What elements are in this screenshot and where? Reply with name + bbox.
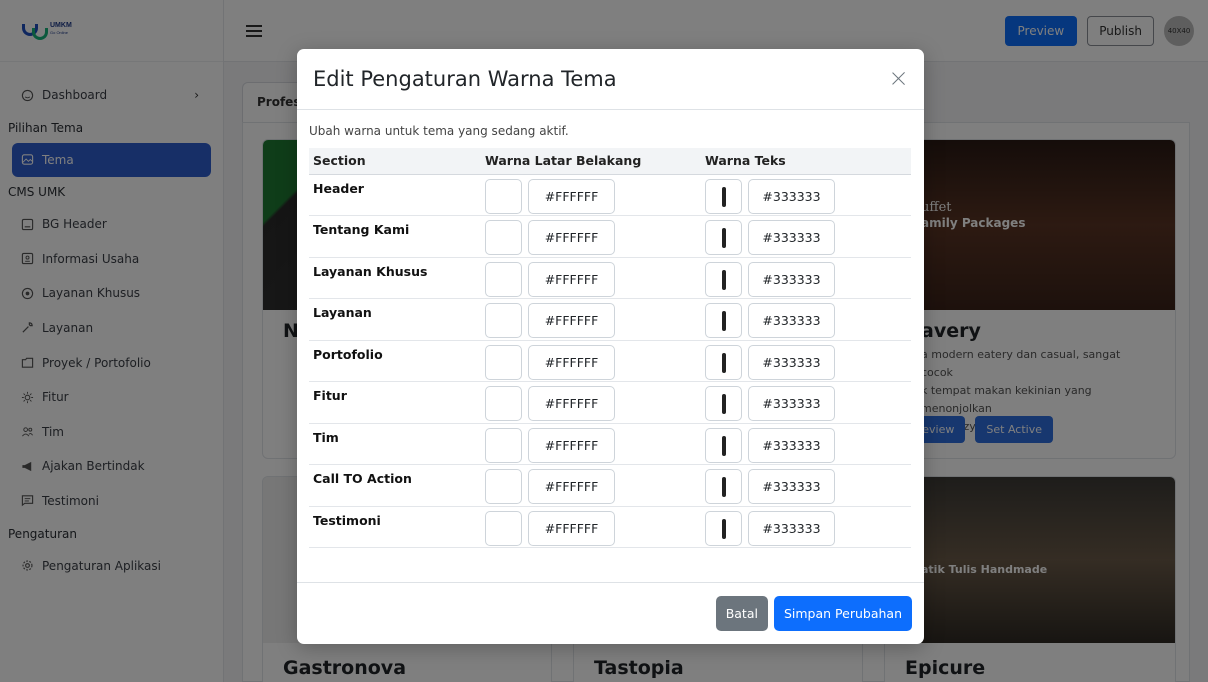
bg-color-picker[interactable] xyxy=(485,344,522,380)
section-name: Fitur xyxy=(309,381,481,424)
section-name: Layanan Khusus xyxy=(309,257,481,299)
text-color-input[interactable]: #333333 xyxy=(748,469,835,504)
close-icon[interactable] xyxy=(890,70,908,88)
column-header-text: Warna Teks xyxy=(701,148,911,175)
modal-description: Ubah warna untuk tema yang sedang aktif. xyxy=(309,124,569,138)
text-color-picker[interactable] xyxy=(705,344,742,380)
text-color-input[interactable]: #333333 xyxy=(748,220,835,255)
bg-color-picker[interactable] xyxy=(485,220,522,255)
text-color-input[interactable]: #333333 xyxy=(748,344,835,380)
table-row: Call TO Action #FFFFFF #333333 xyxy=(309,464,911,507)
bg-color-picker[interactable] xyxy=(485,510,522,546)
edit-theme-color-modal: Edit Pengaturan Warna Tema Ubah warna un… xyxy=(297,49,924,644)
section-name: Tentang Kami xyxy=(309,215,481,258)
bg-color-picker[interactable] xyxy=(485,386,522,421)
table-row: Tim #FFFFFF #333333 xyxy=(309,423,911,465)
bg-color-input[interactable]: #FFFFFF xyxy=(528,178,615,214)
text-color-picker[interactable] xyxy=(705,261,742,297)
table-row: Testimoni #FFFFFF #333333 xyxy=(309,506,911,548)
bg-color-input[interactable]: #FFFFFF xyxy=(528,303,615,338)
text-color-picker[interactable] xyxy=(705,427,742,463)
color-settings-table: Section Warna Latar Belakang Warna Teks … xyxy=(309,148,911,548)
text-color-input[interactable]: #333333 xyxy=(748,427,835,463)
column-header-section: Section xyxy=(309,148,481,175)
bg-color-picker[interactable] xyxy=(485,427,522,463)
bg-color-input[interactable]: #FFFFFF xyxy=(528,469,615,504)
bg-color-input[interactable]: #FFFFFF xyxy=(528,510,615,546)
bg-color-input[interactable]: #FFFFFF xyxy=(528,261,615,297)
text-color-input[interactable]: #333333 xyxy=(748,178,835,214)
save-changes-button[interactable]: Simpan Perubahan xyxy=(773,596,912,631)
text-color-input[interactable]: #333333 xyxy=(748,510,835,546)
bg-color-picker[interactable] xyxy=(485,178,522,214)
text-color-input[interactable]: #333333 xyxy=(748,261,835,297)
bg-color-picker[interactable] xyxy=(485,469,522,504)
table-row: Layanan Khusus #FFFFFF #333333 xyxy=(309,257,911,299)
text-color-picker[interactable] xyxy=(705,178,742,214)
text-color-input[interactable]: #333333 xyxy=(748,386,835,421)
text-color-picker[interactable] xyxy=(705,220,742,255)
section-name: Portofolio xyxy=(309,340,481,382)
table-row: Portofolio #FFFFFF #333333 xyxy=(309,340,911,382)
cancel-button[interactable]: Batal xyxy=(715,596,768,631)
text-color-picker[interactable] xyxy=(705,510,742,546)
text-color-picker[interactable] xyxy=(705,469,742,504)
column-header-bg: Warna Latar Belakang xyxy=(481,148,701,175)
bg-color-picker[interactable] xyxy=(485,261,522,297)
bg-color-input[interactable]: #FFFFFF xyxy=(528,427,615,463)
section-name: Call TO Action xyxy=(309,464,481,507)
text-color-picker[interactable] xyxy=(705,303,742,338)
table-row: Layanan #FFFFFF #333333 xyxy=(309,298,911,341)
table-row: Header #FFFFFF #333333 xyxy=(309,174,911,216)
section-name: Tim xyxy=(309,423,481,465)
section-name: Header xyxy=(309,174,481,216)
bg-color-input[interactable]: #FFFFFF xyxy=(528,386,615,421)
section-name: Testimoni xyxy=(309,506,481,548)
bg-color-picker[interactable] xyxy=(485,303,522,338)
bg-color-input[interactable]: #FFFFFF xyxy=(528,344,615,380)
section-name: Layanan xyxy=(309,298,481,341)
table-row: Tentang Kami #FFFFFF #333333 xyxy=(309,215,911,258)
bg-color-input[interactable]: #FFFFFF xyxy=(528,220,615,255)
text-color-input[interactable]: #333333 xyxy=(748,303,835,338)
text-color-picker[interactable] xyxy=(705,386,742,421)
table-row: Fitur #FFFFFF #333333 xyxy=(309,381,911,424)
modal-title: Edit Pengaturan Warna Tema xyxy=(313,67,617,91)
